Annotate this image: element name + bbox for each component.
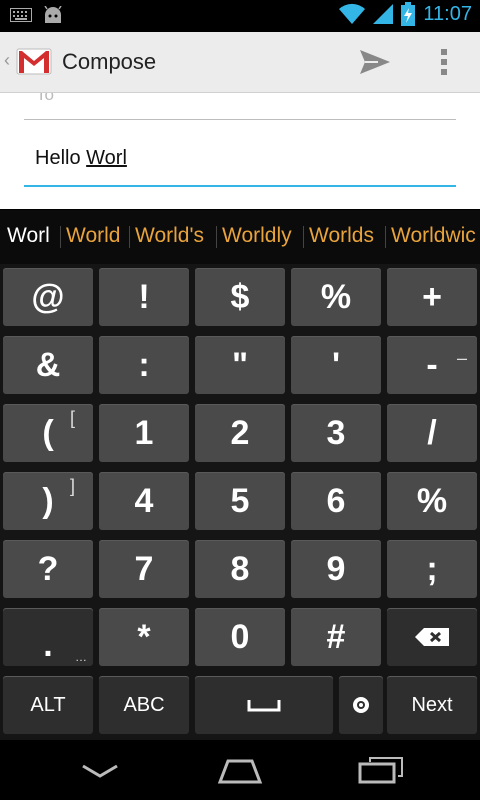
key-period[interactable]: . …: [3, 608, 93, 666]
composing-word: Worl: [86, 147, 127, 169]
key-asterisk[interactable]: *: [99, 608, 189, 666]
body-text: Hello: [35, 147, 87, 169]
key-4[interactable]: 4: [99, 472, 189, 530]
key-space[interactable]: [195, 676, 333, 734]
key-slash[interactable]: /: [387, 404, 477, 462]
key-close-paren-hint: ]: [69, 476, 75, 496]
key-exclamation[interactable]: !: [99, 268, 189, 326]
key-0[interactable]: 0: [195, 608, 285, 666]
compose-area: To Hello Worl: [0, 93, 480, 209]
key-period-hint: …: [75, 650, 87, 664]
backspace-icon: [415, 628, 449, 646]
status-bar: 11:07: [0, 0, 480, 32]
key-minus-hint: –: [456, 348, 467, 368]
up-chevron-icon[interactable]: ‹: [4, 50, 10, 71]
gmail-logo-icon[interactable]: [16, 46, 52, 76]
key-hash[interactable]: #: [291, 608, 381, 666]
key-minus[interactable]: - –: [387, 336, 477, 394]
send-icon[interactable]: [358, 46, 392, 78]
suggestion-item[interactable]: Worldwic: [391, 224, 476, 248]
key-single-quote[interactable]: ': [291, 336, 381, 394]
to-field[interactable]: To: [24, 93, 456, 120]
key-alt[interactable]: ALT: [3, 676, 93, 734]
suggestion-divider: [303, 226, 304, 248]
key-abc[interactable]: ABC: [99, 676, 189, 734]
suggestion-divider: [60, 226, 61, 248]
key-next[interactable]: Next: [387, 676, 477, 734]
key-2[interactable]: 2: [195, 404, 285, 462]
suggestion-divider: [385, 226, 386, 248]
suggestion-divider: [216, 226, 217, 248]
home-icon[interactable]: [216, 758, 264, 784]
key-ampersand[interactable]: &: [3, 336, 93, 394]
key-settings[interactable]: [339, 676, 383, 734]
key-7[interactable]: 7: [99, 540, 189, 598]
key-semicolon[interactable]: ;: [387, 540, 477, 598]
key-question[interactable]: ?: [3, 540, 93, 598]
key-open-paren-hint: [: [69, 408, 75, 428]
battery-charging-icon: [401, 2, 416, 26]
to-placeholder: To: [36, 93, 54, 104]
overflow-menu-icon[interactable]: [436, 46, 452, 78]
signal-icon: [373, 4, 394, 24]
key-colon[interactable]: :: [99, 336, 189, 394]
key-open-paren[interactable]: ( [: [3, 404, 93, 462]
suggestion-strip: Worl World World's Worldly Worlds Worldw…: [0, 210, 480, 264]
body-field[interactable]: Hello Worl: [24, 141, 456, 187]
key-plus[interactable]: +: [387, 268, 477, 326]
suggestion-item[interactable]: Worlds: [309, 224, 374, 248]
suggestion-item[interactable]: Worldly: [222, 224, 292, 248]
navigation-bar: [0, 740, 480, 800]
key-delete[interactable]: [387, 608, 477, 666]
key-9[interactable]: 9: [291, 540, 381, 598]
key-percent-2[interactable]: %: [387, 472, 477, 530]
key-double-quote[interactable]: ": [195, 336, 285, 394]
key-5[interactable]: 5: [195, 472, 285, 530]
symbol-keyboard: @ ! $ % + & : " ' - – ( [ 1 2 3 / ) ] 4 …: [0, 264, 480, 740]
key-period-label: .: [43, 625, 53, 664]
key-3[interactable]: 3: [291, 404, 381, 462]
key-close-paren[interactable]: ) ]: [3, 472, 93, 530]
key-1[interactable]: 1: [99, 404, 189, 462]
recent-apps-icon[interactable]: [358, 756, 404, 784]
android-debug-icon: [44, 6, 62, 23]
wifi-icon: [339, 3, 366, 24]
suggestion-divider: [129, 226, 130, 248]
page-title: Compose: [62, 49, 157, 74]
key-8[interactable]: 8: [195, 540, 285, 598]
settings-gear-icon: [353, 697, 369, 713]
space-bar-icon: [247, 700, 281, 712]
key-minus-label: -: [426, 345, 438, 384]
key-percent[interactable]: %: [291, 268, 381, 326]
key-6[interactable]: 6: [291, 472, 381, 530]
key-close-paren-label: ): [42, 481, 54, 520]
back-down-icon[interactable]: [80, 762, 120, 780]
action-bar: ‹ Compose: [0, 32, 480, 93]
suggestion-item[interactable]: World: [66, 224, 120, 248]
clock: 11:07: [423, 2, 472, 25]
key-open-paren-label: (: [42, 413, 54, 452]
suggestion-item[interactable]: World's: [135, 224, 204, 248]
key-at[interactable]: @: [3, 268, 93, 326]
key-dollar[interactable]: $: [195, 268, 285, 326]
keyboard-notification-icon: [10, 8, 32, 22]
suggestion-item[interactable]: Worl: [7, 224, 50, 248]
